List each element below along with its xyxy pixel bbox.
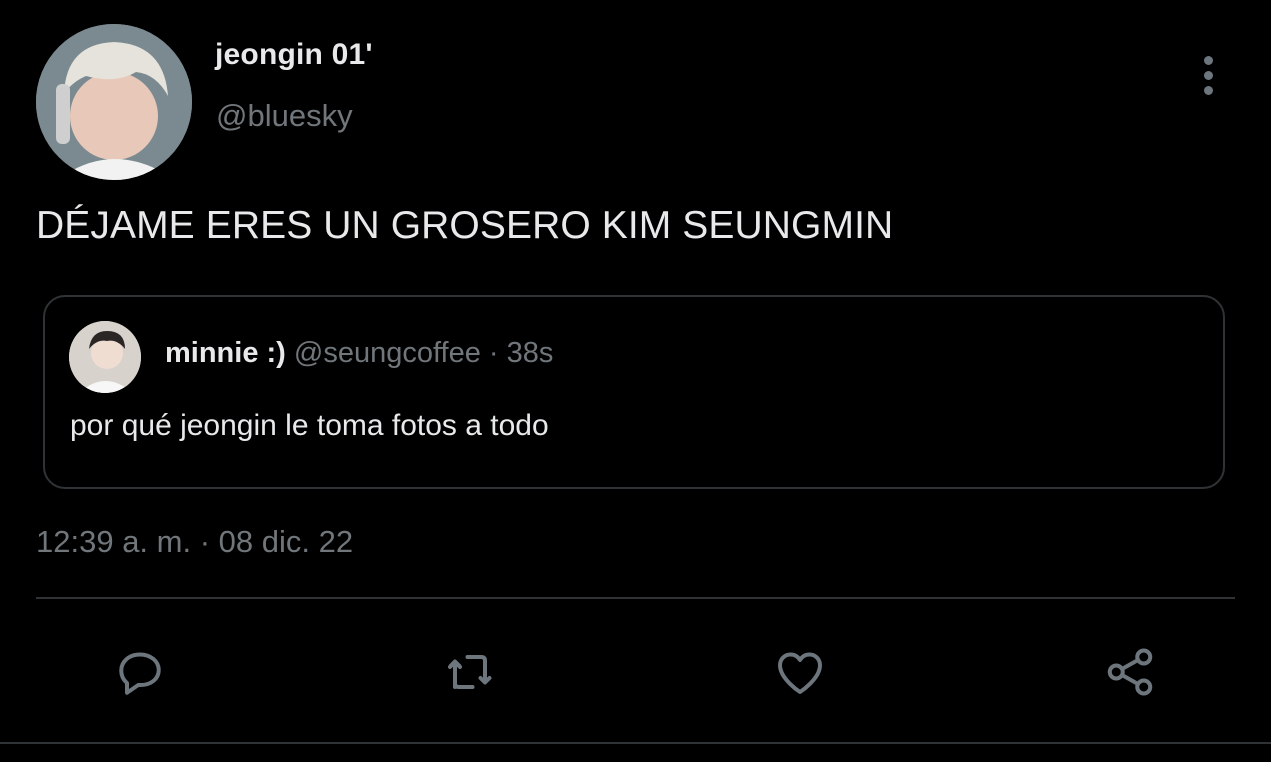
quoted-tweet-text: por qué jeongin le toma fotos a todo: [70, 409, 549, 442]
tweet-detail-page: jeongin 01' @bluesky DÉJAME ERES UN GROS…: [0, 0, 1271, 762]
quoted-meta-separator: ·: [488, 337, 499, 369]
more-options-button[interactable]: [1190, 50, 1226, 100]
retweet-icon: [448, 655, 492, 689]
author-handle[interactable]: @bluesky: [216, 98, 353, 134]
divider: [36, 597, 1235, 599]
quoted-tweet-time: 38s: [506, 337, 554, 369]
like-button[interactable]: [768, 640, 832, 704]
quoted-avatar-image: [69, 321, 141, 393]
quoted-tweet-header: minnie :) @seungcoffee · 38s: [165, 337, 553, 370]
tweet-timestamp[interactable]: 12:39 a. m. · 08 dic. 22: [36, 524, 353, 560]
retweet-button[interactable]: [438, 640, 502, 704]
reply-button[interactable]: [108, 640, 172, 704]
more-dot-icon: [1203, 55, 1213, 65]
divider: [0, 742, 1271, 744]
share-icon: [1107, 648, 1153, 696]
quoted-author-avatar[interactable]: [69, 321, 141, 393]
quoted-author-handle: @seungcoffee: [293, 337, 481, 369]
heart-icon: [778, 652, 822, 694]
author-display-name[interactable]: jeongin 01': [215, 38, 373, 72]
share-button[interactable]: [1098, 640, 1162, 704]
author-avatar-image: [36, 24, 192, 180]
more-dot-icon: [1203, 70, 1213, 80]
quoted-author-display-name: minnie :): [165, 337, 286, 369]
quoted-tweet-card[interactable]: minnie :) @seungcoffee · 38s por qué jeo…: [43, 295, 1225, 489]
tweet-text: DÉJAME ERES UN GROSERO KIM SEUNGMIN: [36, 204, 894, 247]
more-dot-icon: [1203, 85, 1213, 95]
author-avatar[interactable]: [36, 24, 192, 180]
comment-icon: [119, 652, 161, 695]
